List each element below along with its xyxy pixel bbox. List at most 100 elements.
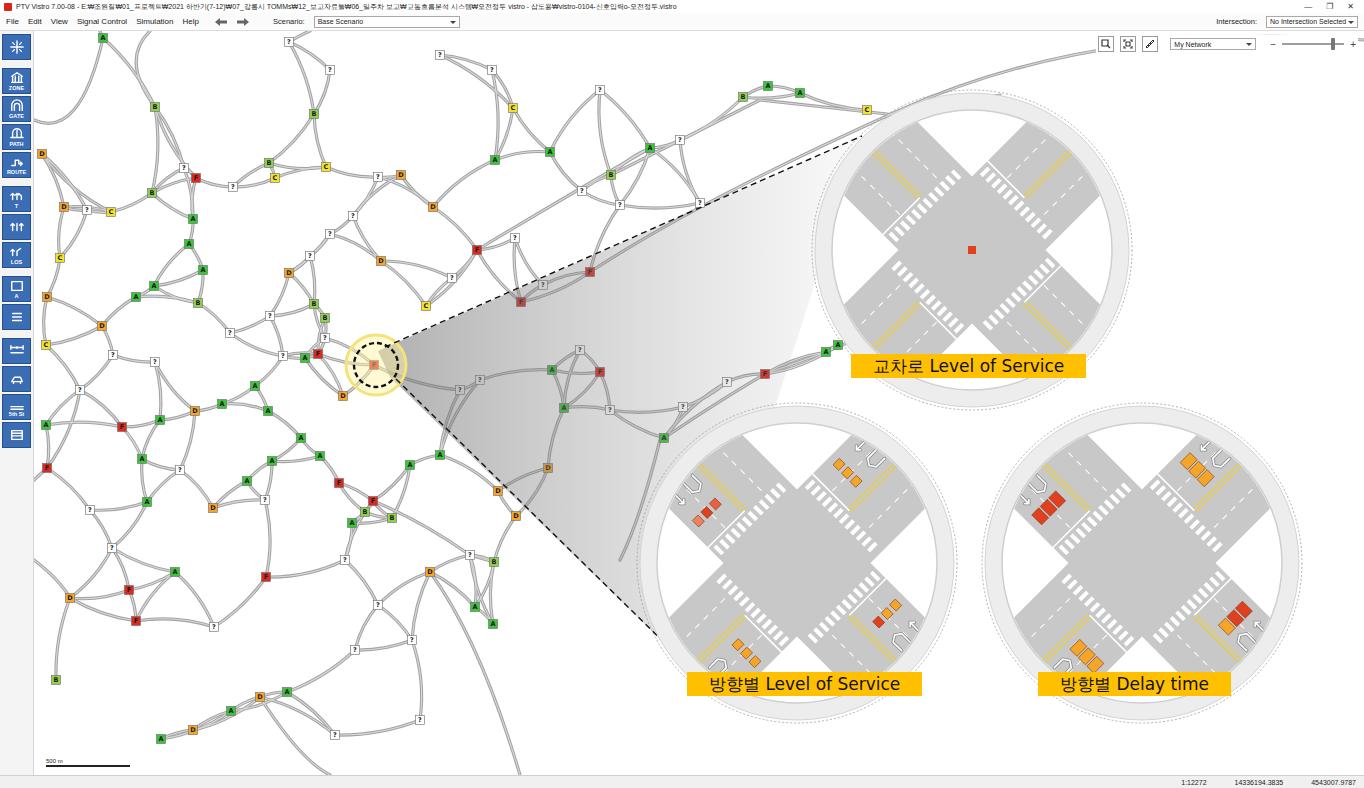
tool-button[interactable] — [2, 34, 31, 60]
intersection-node[interactable]: ? — [374, 173, 383, 182]
intersection-node[interactable]: A — [489, 620, 498, 629]
intersection-node[interactable]: C — [56, 254, 65, 263]
tool-button[interactable] — [2, 366, 31, 392]
direction-marker[interactable] — [833, 458, 845, 470]
network-map[interactable]: AB?FB?BCCDDCCDDC?AAAAABDBB?FA?DCDD??FDAA… — [34, 31, 1364, 775]
node-box[interactable] — [310, 110, 319, 119]
node-box[interactable] — [151, 103, 160, 112]
direction-marker[interactable] — [701, 506, 713, 518]
node-box[interactable] — [38, 150, 47, 159]
node-box[interactable] — [321, 314, 330, 323]
node-box[interactable] — [339, 392, 348, 401]
node-box[interactable] — [596, 86, 605, 95]
intersection-node[interactable]: ? — [408, 636, 417, 645]
intersection-node[interactable]: ? — [176, 466, 185, 475]
intersection-node[interactable]: ? — [226, 329, 235, 338]
intersection-node[interactable]: B — [265, 159, 274, 168]
intersection-node[interactable]: D — [189, 726, 198, 735]
intersection-node[interactable]: A — [150, 282, 159, 291]
intersection-node[interactable]: A — [491, 156, 500, 165]
node-box[interactable] — [251, 382, 260, 391]
intersection-node[interactable]: F — [132, 617, 141, 626]
node-box[interactable] — [331, 731, 340, 740]
node-box[interactable] — [199, 266, 208, 275]
intersection-los-marker[interactable] — [968, 246, 976, 254]
intersection-node[interactable]: A — [185, 240, 194, 249]
node-box[interactable] — [194, 299, 203, 308]
intersection-node[interactable]: B — [361, 508, 370, 517]
tool-button[interactable] — [2, 304, 31, 330]
intersection-node[interactable]: ? — [578, 187, 587, 196]
node-box[interactable] — [377, 257, 386, 266]
intersection-node[interactable]: B — [151, 103, 160, 112]
intersection-node[interactable]: A — [546, 148, 555, 157]
node-box[interactable] — [349, 212, 358, 221]
intersection-node[interactable]: D — [43, 293, 52, 302]
intersection-node[interactable]: ? — [511, 234, 520, 243]
intersection-node[interactable]: ? — [108, 544, 117, 553]
node-box[interactable] — [578, 187, 587, 196]
menu-item[interactable]: View — [51, 17, 68, 26]
direction-marker[interactable] — [749, 656, 761, 668]
intersection-node[interactable]: C — [107, 208, 116, 217]
intersection-node[interactable]: B — [321, 314, 330, 323]
intersection-node[interactable]: ? — [210, 623, 219, 632]
direction-marker[interactable] — [1070, 639, 1087, 656]
intersection-node[interactable]: F — [262, 573, 271, 582]
fit-view-button[interactable] — [1120, 36, 1136, 52]
intersection-node[interactable]: B — [194, 299, 203, 308]
node-box[interactable] — [509, 104, 518, 113]
intersection-node[interactable]: A — [471, 603, 480, 612]
intersection-node[interactable]: F — [192, 174, 201, 183]
node-box[interactable] — [696, 199, 705, 208]
intersection-node[interactable]: ? — [83, 206, 92, 215]
intersection-node[interactable]: A — [764, 82, 773, 91]
node-box[interactable] — [388, 514, 397, 523]
window-control-button[interactable]: ❐ — [1326, 2, 1333, 11]
intersection-node[interactable]: F — [314, 350, 323, 359]
intersection-node[interactable]: ? — [466, 551, 475, 560]
intersection-node[interactable]: ? — [488, 66, 497, 75]
node-box[interactable] — [471, 603, 480, 612]
intersection-node[interactable]: D — [60, 203, 69, 212]
direction-marker[interactable] — [1218, 618, 1235, 635]
node-box[interactable] — [43, 464, 52, 473]
intersection-node[interactable]: A — [227, 707, 236, 716]
node-box[interactable] — [646, 144, 655, 153]
select-area-button[interactable] — [1098, 36, 1114, 52]
node-box[interactable] — [271, 174, 280, 183]
intersection-node[interactable]: ? — [151, 358, 160, 367]
tool-button[interactable]: ZONE — [2, 68, 31, 94]
tool-button[interactable]: T — [2, 186, 31, 212]
node-box[interactable] — [361, 508, 370, 517]
node-box[interactable] — [42, 341, 51, 350]
node-box[interactable] — [185, 240, 194, 249]
direction-marker[interactable] — [740, 647, 752, 659]
node-box[interactable] — [488, 66, 497, 75]
tool-button[interactable]: ROUTE — [2, 152, 31, 178]
intersection-node[interactable]: A — [171, 568, 180, 577]
intersection-node[interactable]: B — [388, 514, 397, 523]
node-box[interactable] — [326, 230, 335, 239]
intersection-node[interactable]: D — [426, 568, 435, 577]
intersection-node[interactable]: D — [66, 594, 75, 603]
node-box[interactable] — [863, 106, 872, 115]
intersection-node[interactable]: B — [52, 676, 61, 685]
window-control-button[interactable]: — — [1304, 2, 1312, 11]
direction-marker[interactable] — [709, 498, 721, 510]
intersection-node[interactable]: A — [132, 293, 141, 302]
tool-button[interactable] — [2, 338, 31, 364]
intersection-node[interactable]: F — [473, 246, 482, 255]
node-box[interactable] — [546, 148, 555, 157]
measure-button[interactable] — [1142, 36, 1158, 52]
intersection-node[interactable]: ? — [86, 506, 95, 515]
node-box[interactable] — [764, 82, 773, 91]
node-box[interactable] — [192, 174, 201, 183]
node-box[interactable] — [264, 407, 273, 416]
node-box[interactable] — [150, 282, 159, 291]
node-box[interactable] — [348, 519, 357, 528]
network-select[interactable]: My Network — [1170, 38, 1256, 50]
node-box[interactable] — [279, 352, 288, 361]
node-box[interactable] — [107, 208, 116, 217]
intersection-node[interactable]: A — [283, 688, 292, 697]
